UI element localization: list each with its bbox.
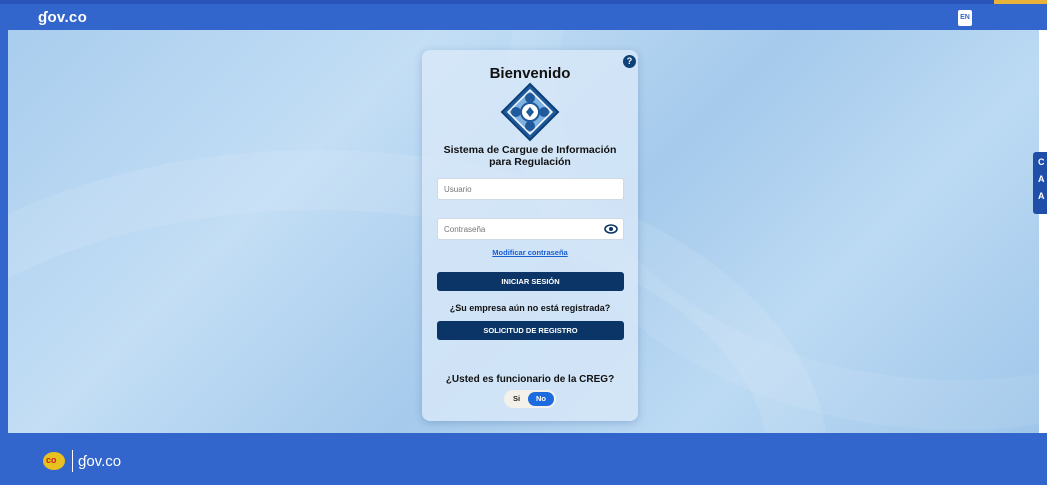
- colombia-co-logo[interactable]: co: [43, 452, 65, 470]
- modify-password-link[interactable]: Modificar contraseña: [422, 248, 638, 257]
- language-button[interactable]: EN: [958, 10, 972, 26]
- left-frame: [0, 30, 8, 433]
- footer-gov-co-logo[interactable]: ɠov.co: [78, 453, 121, 470]
- footer-divider: [72, 450, 73, 472]
- gov-co-logo[interactable]: ɠov.co: [38, 9, 87, 26]
- system-subtitle: Sistema de Cargue de Información para Re…: [440, 144, 620, 168]
- toggle-option-yes[interactable]: Si: [513, 390, 520, 408]
- password-field[interactable]: [437, 218, 624, 240]
- eye-icon[interactable]: [604, 223, 618, 235]
- official-toggle[interactable]: Si No: [504, 390, 556, 408]
- co-badge-text: co: [46, 455, 57, 465]
- toggle-option-no[interactable]: No: [528, 392, 554, 406]
- login-button[interactable]: INICIAR SESIÓN: [437, 272, 624, 291]
- login-card: ? Bienvenido Sistema de Cargue de Inform…: [422, 50, 638, 421]
- registration-request-button[interactable]: SOLICITUD DE REGISTRO: [437, 321, 624, 340]
- subtitle-line-1: Sistema de Cargue de Información: [443, 144, 617, 156]
- accessibility-font-decrease[interactable]: A: [1038, 189, 1047, 203]
- official-question: ¿Usted es funcionario de la CREG?: [445, 374, 615, 385]
- subtitle-line-2: para Regulación: [489, 156, 571, 168]
- username-field[interactable]: [437, 178, 624, 200]
- gov-footer: co ɠov.co: [0, 433, 1047, 485]
- gov-top-bar: ɠov.co EN: [0, 0, 1047, 30]
- password-input[interactable]: [438, 219, 598, 240]
- accessibility-tab[interactable]: C A A: [1033, 152, 1047, 214]
- accessibility-font-increase[interactable]: A: [1038, 172, 1047, 186]
- username-input[interactable]: [438, 179, 598, 200]
- corner-accent: [994, 0, 1047, 4]
- accessibility-contrast[interactable]: C: [1038, 155, 1047, 169]
- energy-gas-emblem-icon: [500, 82, 560, 142]
- right-frame: [1039, 30, 1047, 433]
- page-title: Bienvenido: [489, 65, 571, 82]
- register-question: ¿Su empresa aún no está registrada?: [449, 303, 611, 313]
